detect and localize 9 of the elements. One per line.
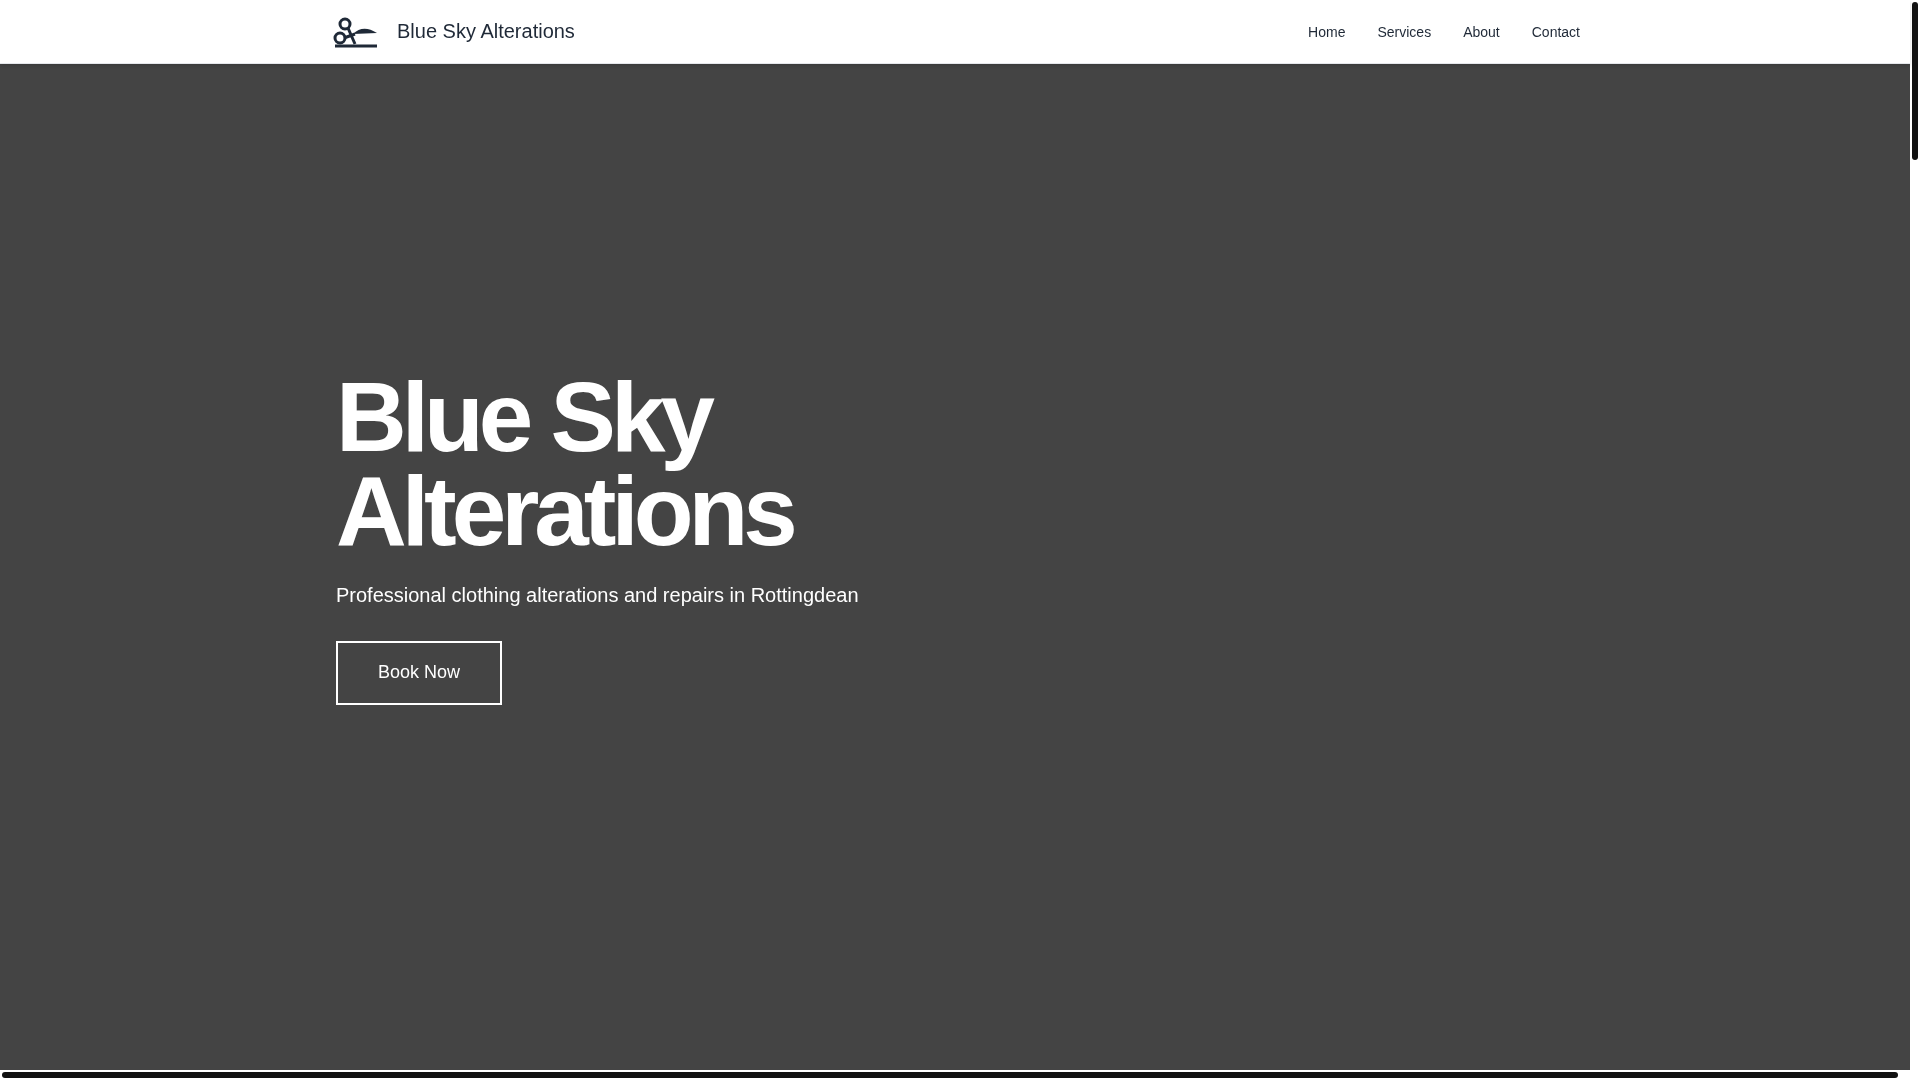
hero-subtitle: Professional clothing alterations and repairs in Rottingdean	[336, 583, 860, 607]
brand-link[interactable]: Blue Sky Alterations	[397, 20, 575, 43]
nav-link[interactable]: Home	[1308, 23, 1346, 40]
book-now-button[interactable]: Book Now	[336, 640, 503, 705]
hero-title: Blue Sky Alterations	[336, 369, 795, 558]
nav-link[interactable]: Services	[1377, 23, 1432, 40]
nav-link[interactable]: About	[1463, 23, 1500, 40]
scissors-icon	[333, 15, 379, 48]
nav-link[interactable]: Contact	[1531, 23, 1580, 40]
